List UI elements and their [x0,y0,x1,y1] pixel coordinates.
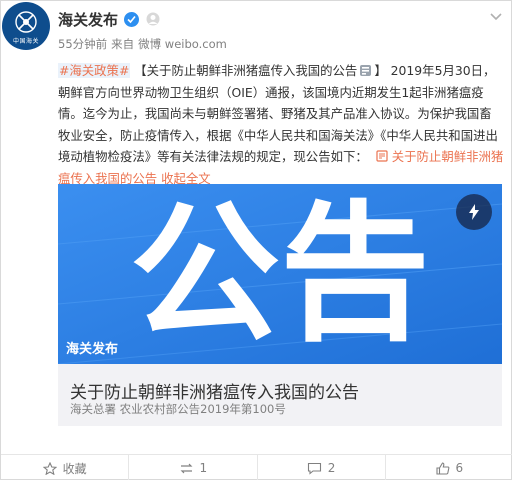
comment-count: 2 [327,461,336,475]
topic-tag[interactable]: #海关政策# [58,63,131,78]
repost-button[interactable]: 1 [129,455,258,480]
article-link-icon [368,149,392,164]
post-text-lead: 【关于防止朝鲜非洲猪瘟传入我国的公告 [134,63,358,78]
action-bar: 收藏 1 2 6 [1,454,512,480]
cover-background: 公告 [58,184,502,364]
member-icon [145,11,161,27]
thumbs-up-icon [435,461,449,475]
author-row: 海关发布 [58,8,161,30]
cover-badge: 海关发布 [66,342,119,357]
article-subtitle: 海关总署 农业农村部公告2019年第100号 [70,402,286,416]
comment-icon [307,462,321,475]
post-meta: 55分钟前 来自 微博 weibo.com [58,36,231,52]
favorite-button[interactable]: 收藏 [1,455,130,480]
star-icon [42,461,57,475]
author-name[interactable]: 海关发布 [58,9,118,30]
avatar-text: 中国海关 [12,38,39,45]
article-cover-image: 公告 海关发布 [58,184,502,364]
source-prefix: 来自 [111,37,135,51]
notice-board-icon [360,65,372,76]
repost-icon [180,463,192,473]
weibo-post-card: 中国海关 海关发布 55分钟前 来自 微博 weibo.com #海关政策# 【关于… [0,0,512,480]
verified-icon [124,11,140,27]
comment-button[interactable]: 2 [258,455,386,480]
cover-word: 公告 [130,188,430,362]
lightning-icon [456,194,492,230]
post-source[interactable]: 微博 weibo.com [138,37,227,51]
like-count: 6 [455,461,464,475]
post-text: #海关政策# 【关于防止朝鲜非洲猪瘟传入我国的公告】 2019年5月30日，朝鲜… [58,60,504,189]
chevron-down-icon[interactable] [489,11,503,21]
post-time[interactable]: 55分钟前 [58,37,107,51]
favorite-label: 收藏 [62,461,87,476]
avatar[interactable]: 中国海关 [2,2,50,50]
repost-count: 1 [199,461,208,475]
like-button[interactable]: 6 [386,455,512,480]
article-title[interactable]: 关于防止朝鲜非洲猪瘟传入我国的公告 [70,378,359,403]
article-card[interactable]: 公告 海关发布 关于防止朝鲜非洲猪瘟传入我国的公告 海关总署 农业农村部公告20… [58,184,502,426]
